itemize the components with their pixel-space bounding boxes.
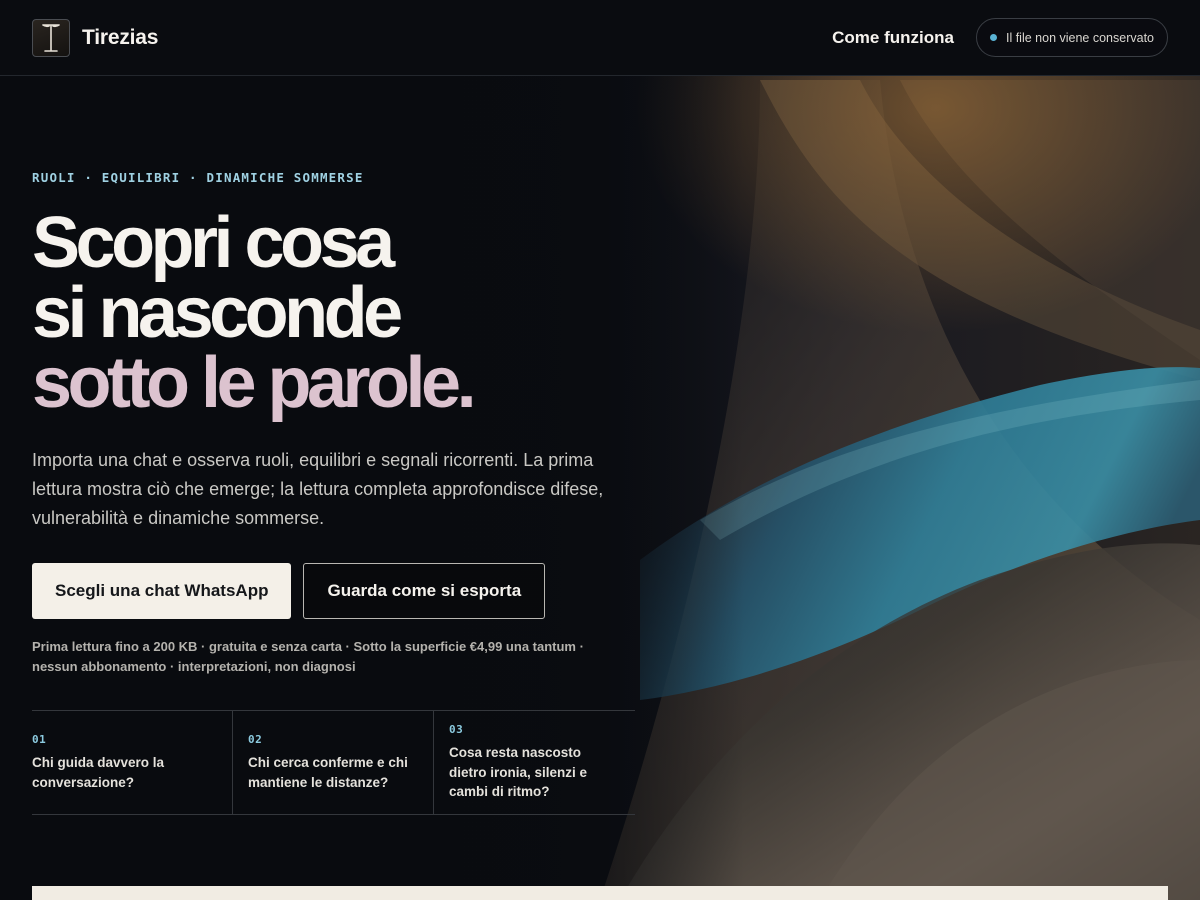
hero-eyebrow: RUOLI · EQUILIBRI · DINAMICHE SOMMERSE	[32, 170, 364, 185]
hero-cta-row: Scegli una chat WhatsApp Guarda come si …	[32, 563, 546, 619]
top-nav: Come funziona Il file non viene conserva…	[832, 18, 1168, 57]
question-number: 02	[248, 733, 263, 746]
question-text: Chi guida davvero la conversazione?	[32, 755, 165, 790]
landing-page: Tirezias Come funziona Il file non viene…	[0, 0, 1200, 900]
brand[interactable]: Tirezias	[32, 18, 159, 57]
privacy-badge-label: Il file non viene conservato	[1005, 30, 1154, 45]
pricing-fineprint: Prima lettura fino a 200 KB · gratuita e…	[32, 639, 584, 674]
brand-name: Tirezias	[82, 25, 159, 49]
headline-line-1: Scopri cosa	[32, 203, 395, 283]
next-section-card	[32, 886, 1168, 900]
serif-i-logo-icon	[32, 18, 70, 57]
nav-link-how-it-works[interactable]: Come funziona	[832, 28, 954, 48]
question-card: 03 Cosa resta nascosto dietro ironia, si…	[433, 711, 635, 814]
headline-line-3: sotto le parole.	[32, 343, 477, 423]
headline-line-2: si nasconde	[32, 273, 403, 353]
site-header: Tirezias Come funziona Il file non viene…	[0, 0, 1200, 76]
hero-headline: Scopri cosa si nasconde sotto le parole.	[32, 203, 672, 423]
privacy-badge: Il file non viene conservato	[975, 18, 1168, 57]
question-card: 01 Chi guida davvero la conversazione?	[32, 711, 232, 814]
questions-grid: 01 Chi guida davvero la conversazione? 0…	[32, 710, 635, 815]
status-dot-icon	[989, 34, 997, 41]
question-text: Cosa resta nascosto dietro ironia, silen…	[449, 745, 588, 799]
question-number: 01	[32, 733, 47, 746]
question-text: Chi cerca conferme e chi mantiene le dis…	[248, 755, 408, 790]
how-to-export-button[interactable]: Guarda come si esporta	[303, 563, 546, 619]
question-number: 03	[449, 723, 464, 736]
hero-lead-paragraph: Importa una chat e osserva ruoli, equili…	[32, 450, 604, 528]
choose-whatsapp-chat-button[interactable]: Scegli una chat WhatsApp	[32, 563, 292, 619]
question-card: 02 Chi cerca conferme e chi mantiene le …	[232, 711, 433, 814]
